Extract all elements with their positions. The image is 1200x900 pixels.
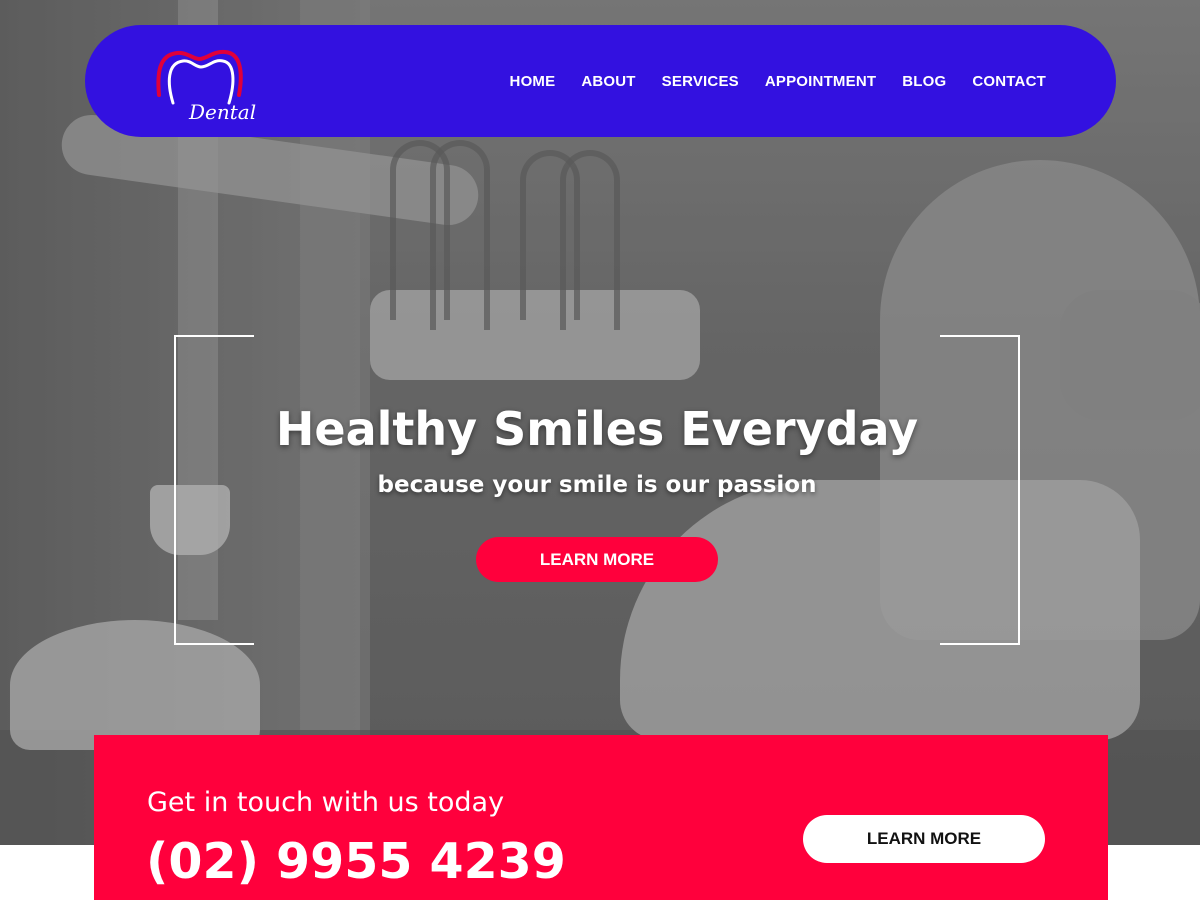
nav-menu: HOME ABOUT SERVICES APPOINTMENT BLOG CON… [510,25,1046,137]
navbar: Dental HOME ABOUT SERVICES APPOINTMENT B… [85,25,1116,137]
contact-phone-number: (02) 9955 4239 [146,833,566,890]
nav-item-about[interactable]: ABOUT [581,73,635,90]
nav-item-home[interactable]: HOME [510,73,556,90]
hero-subtitle: because your smile is our passion [377,472,817,498]
nav-item-contact[interactable]: CONTACT [972,73,1046,90]
contact-heading: Get in touch with us today [147,787,505,818]
nav-item-services[interactable]: SERVICES [662,73,739,90]
contact-band: Get in touch with us today (02) 9955 423… [94,735,1108,900]
nav-item-blog[interactable]: BLOG [902,73,946,90]
contact-learn-more-button[interactable]: LEARN MORE [803,815,1045,863]
nav-item-appointment[interactable]: APPOINTMENT [765,73,876,90]
tooth-logo-icon: Dental [156,49,256,124]
dental-logo[interactable]: Dental [155,43,265,124]
hero-learn-more-button[interactable]: LEARN MORE [476,537,718,582]
hero-title: Healthy Smiles Everyday [275,402,919,456]
logo-text: Dental [188,100,256,123]
